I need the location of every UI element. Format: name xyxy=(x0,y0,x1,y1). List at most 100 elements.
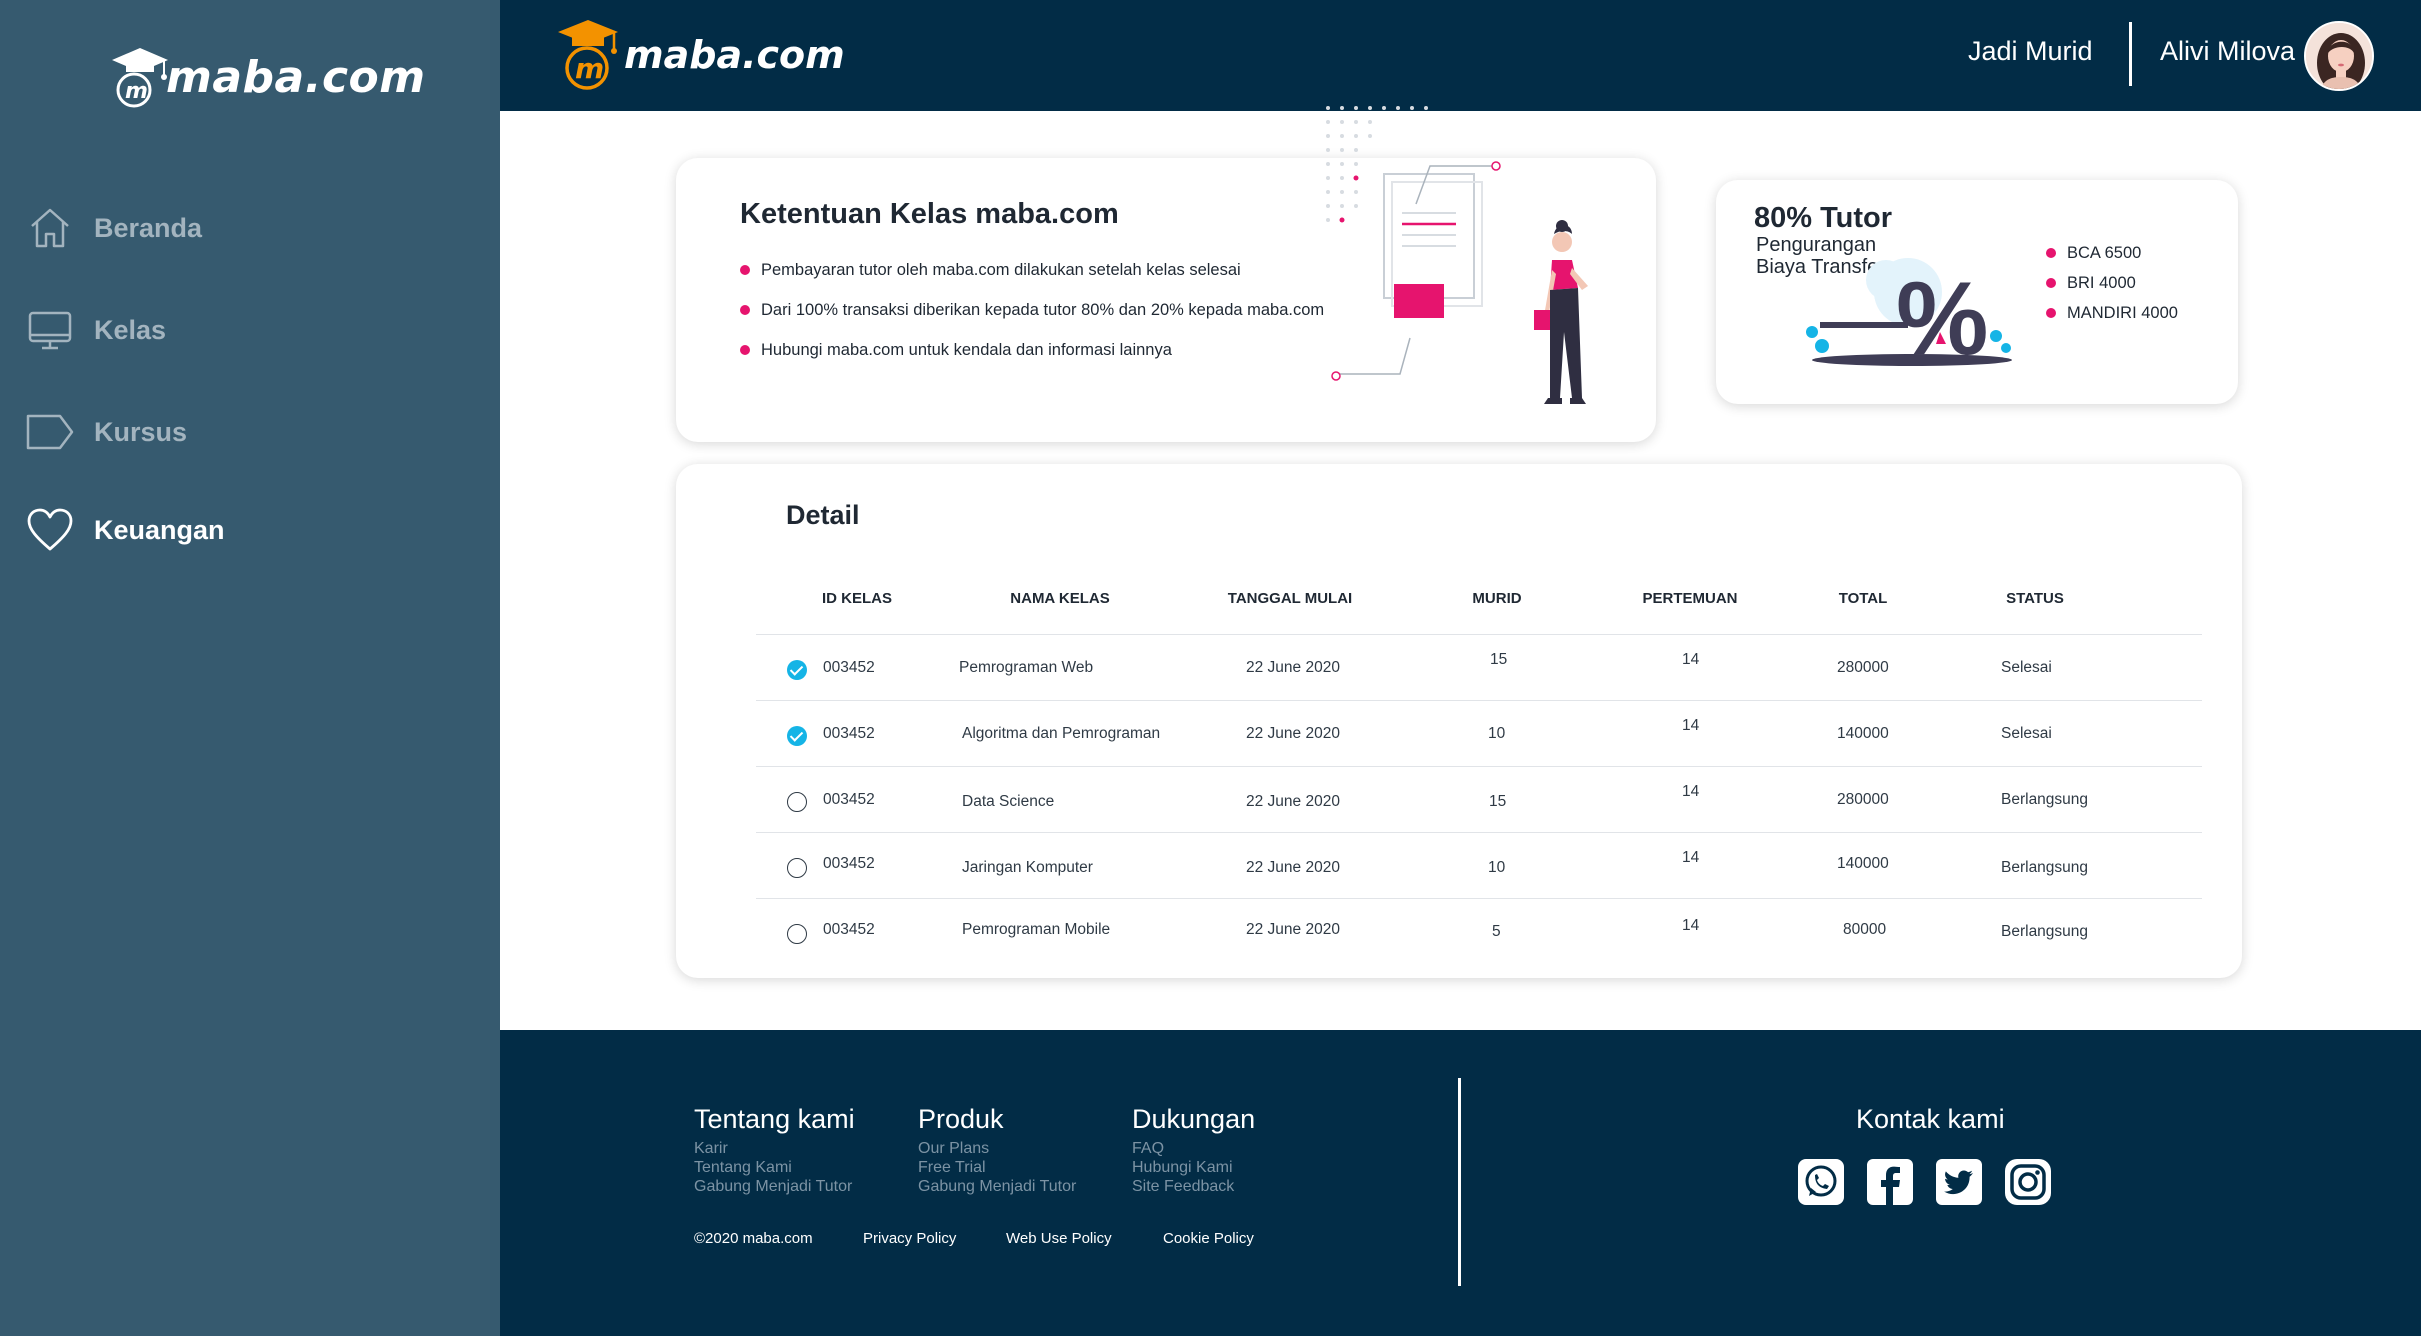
join-as-student-link[interactable]: Jadi Murid xyxy=(1968,36,2093,67)
sidebar-logo[interactable]: m maba.com xyxy=(108,42,426,112)
footer-link-become-tutor[interactable]: Gabung Menjadi Tutor xyxy=(694,1177,855,1196)
bullet-icon xyxy=(2046,248,2056,258)
cell-meetings: 14 xyxy=(1682,783,1700,800)
cell-name: Jaringan Komputer xyxy=(962,859,1093,876)
footer-link-contact[interactable]: Hubungi Kami xyxy=(1132,1158,1255,1177)
list-item: MANDIRI 4000 xyxy=(2046,298,2178,328)
column-header-date: TANGGAL MULAI xyxy=(1227,590,1353,607)
rules-title: Ketentuan Kelas maba.com xyxy=(740,198,1119,230)
bullet-icon xyxy=(2046,278,2056,288)
footer-heading: Produk xyxy=(918,1104,1004,1134)
table-row[interactable]: 003452 Jaringan Komputer 22 June 2020 10… xyxy=(756,832,2202,898)
table-row[interactable]: 003452 Algoritma dan Pemrograman 22 June… xyxy=(756,700,2202,766)
list-item: Dari 100% transaksi diberikan kepada tut… xyxy=(740,290,1324,330)
footer-product-column: Produk Our Plans Free Trial Gabung Menja… xyxy=(918,1104,1076,1196)
contact-title: Kontak kami xyxy=(1856,1104,2005,1134)
row-checkbox[interactable] xyxy=(787,924,807,944)
cell-id: 003452 xyxy=(823,659,875,676)
header-divider xyxy=(2129,22,2132,86)
cell-students: 15 xyxy=(1489,793,1507,810)
list-item: Pembayaran tutor oleh maba.com dilakukan… xyxy=(740,250,1324,290)
footer-link-feedback[interactable]: Site Feedback xyxy=(1132,1177,1255,1196)
woman-with-document-illustration xyxy=(1326,106,1588,404)
cell-total: 280000 xyxy=(1837,791,1889,808)
cell-id: 003452 xyxy=(823,855,875,872)
footer-heading: Tentang kami xyxy=(694,1104,855,1134)
copyright: ©2020 maba.com xyxy=(694,1230,813,1247)
cell-total: 280000 xyxy=(1837,659,1889,676)
sidebar-item-label: Kelas xyxy=(94,314,167,345)
cell-name: Algoritma dan Pemrograman xyxy=(962,725,1161,742)
cell-name: Data Science xyxy=(962,793,1055,810)
header-logo[interactable]: m maba.com xyxy=(556,18,845,92)
cell-students: 15 xyxy=(1490,651,1508,668)
row-checkbox[interactable] xyxy=(787,726,807,746)
cell-date: 22 June 2020 xyxy=(1246,921,1340,938)
header-brand-name: maba.com xyxy=(624,33,845,77)
row-checkbox[interactable] xyxy=(787,660,807,680)
cell-students: 10 xyxy=(1488,725,1506,742)
cell-total: 140000 xyxy=(1837,725,1889,742)
footer-heading: Dukungan xyxy=(1132,1104,1256,1134)
tutor-share-card: 80% Tutor Pengurangan Biaya Transfer % B… xyxy=(1716,180,2238,404)
sidebar-item-kelas[interactable]: Kelas xyxy=(26,300,166,360)
cell-status: Selesai xyxy=(2001,725,2052,742)
graduation-cap-logo-icon: m xyxy=(112,48,168,108)
sidebar-item-label: Beranda xyxy=(94,212,203,243)
sidebar-brand-name: maba.com xyxy=(166,51,426,103)
privacy-policy-link[interactable]: Privacy Policy xyxy=(863,1230,956,1247)
avatar[interactable] xyxy=(2304,21,2374,91)
sidebar-item-label: Kursus xyxy=(94,416,188,447)
cell-date: 22 June 2020 xyxy=(1246,659,1340,676)
web-use-policy-link[interactable]: Web Use Policy xyxy=(1006,1230,1112,1247)
user-name[interactable]: Alivi Milova xyxy=(2160,36,2295,67)
row-checkbox[interactable] xyxy=(787,792,807,812)
sidebar: m maba.com Beranda Kelas Kursus Keuangan xyxy=(0,0,500,1336)
list-item: BCA 6500 xyxy=(2046,238,2178,268)
tutor-share-title: 80% Tutor xyxy=(1754,202,1893,234)
table-header: ID KELAS NAMA KELAS TANGGAL MULAI MURID … xyxy=(676,590,2242,620)
table-row[interactable]: 003452 Pemrograman Mobile 22 June 2020 5… xyxy=(756,898,2202,964)
column-header-meetings: PERTEMUAN xyxy=(1642,590,1738,607)
cell-status: Berlangsung xyxy=(2001,859,2089,876)
footer-divider xyxy=(1458,1078,1461,1286)
table-row[interactable]: 003452 Data Science 22 June 2020 15 14 2… xyxy=(756,766,2202,832)
sidebar-item-label: Keuangan xyxy=(94,514,225,545)
column-header-id: ID KELAS xyxy=(821,590,893,607)
monitor-icon xyxy=(26,306,74,354)
sidebar-item-kursus[interactable]: Kursus xyxy=(26,402,187,462)
cell-status: Berlangsung xyxy=(2001,923,2089,940)
instagram-icon[interactable] xyxy=(2004,1158,2052,1206)
detail-table-card: Detail ID KELAS NAMA KELAS TANGGAL MULAI… xyxy=(676,464,2242,978)
bullet-icon xyxy=(740,305,750,315)
cell-date: 22 June 2020 xyxy=(1246,725,1340,742)
footer-link-karir[interactable]: Karir xyxy=(694,1139,855,1158)
home-icon xyxy=(26,204,74,252)
whatsapp-icon[interactable] xyxy=(1797,1158,1845,1206)
twitter-icon[interactable] xyxy=(1935,1158,1983,1206)
row-checkbox[interactable] xyxy=(787,858,807,878)
cell-date: 22 June 2020 xyxy=(1246,793,1340,810)
cell-meetings: 14 xyxy=(1682,651,1700,668)
table-row[interactable]: 003452 Pemrograman Web 22 June 2020 15 1… xyxy=(756,634,2202,700)
cookie-policy-link[interactable]: Cookie Policy xyxy=(1163,1230,1254,1247)
footer-link-about[interactable]: Tentang Kami xyxy=(694,1158,855,1177)
cell-status: Selesai xyxy=(2001,659,2052,676)
footer-link-plans[interactable]: Our Plans xyxy=(918,1139,1076,1158)
top-header: m maba.com Jadi Murid Alivi Milova xyxy=(500,0,2421,111)
rules-list: Pembayaran tutor oleh maba.com dilakukan… xyxy=(740,250,1324,370)
sidebar-item-keuangan[interactable]: Keuangan xyxy=(26,500,225,560)
svg-text:%: % xyxy=(1896,261,1988,368)
list-item: Hubungi maba.com untuk kendala dan infor… xyxy=(740,330,1324,370)
facebook-icon[interactable] xyxy=(1866,1158,1914,1206)
bullet-icon xyxy=(740,265,750,275)
cell-meetings: 14 xyxy=(1682,917,1700,934)
column-header-name: NAMA KELAS xyxy=(1010,590,1110,607)
class-rules-card: Ketentuan Kelas maba.com Pembayaran tuto… xyxy=(676,106,1656,442)
cell-id: 003452 xyxy=(823,791,875,808)
cell-id: 003452 xyxy=(823,725,875,742)
footer-link-faq[interactable]: FAQ xyxy=(1132,1139,1255,1158)
footer-link-become-tutor[interactable]: Gabung Menjadi Tutor xyxy=(918,1177,1076,1196)
footer-link-free-trial[interactable]: Free Trial xyxy=(918,1158,1076,1177)
sidebar-item-beranda[interactable]: Beranda xyxy=(26,198,202,258)
